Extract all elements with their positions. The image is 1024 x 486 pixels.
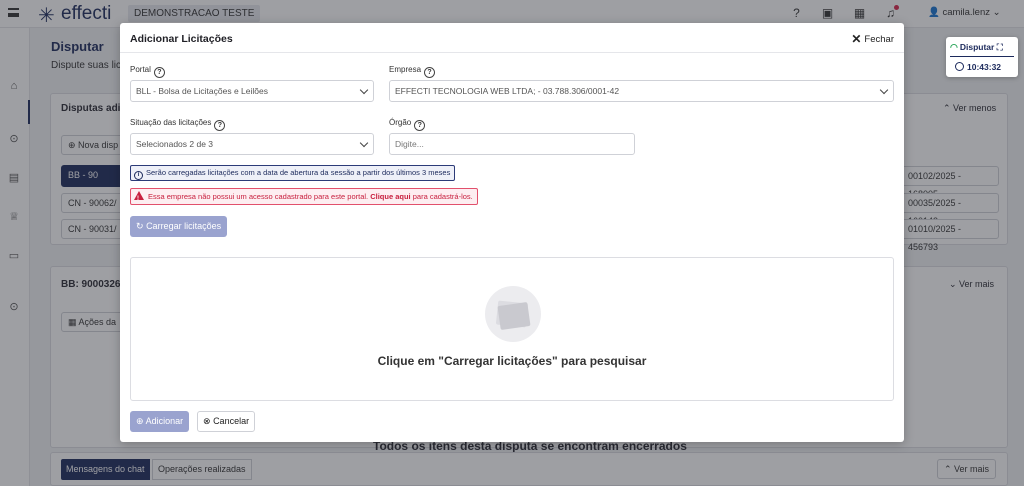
refresh-icon: ↻ (136, 221, 144, 231)
situacao-select[interactable]: Selecionados 2 de 3 (130, 133, 374, 155)
empty-state-card-icon (497, 302, 531, 330)
modal-header: Adicionar Licitações ✕ Fechar (120, 23, 904, 53)
modal-title: Adicionar Licitações (130, 33, 233, 45)
empresa-select[interactable]: EFFECTI TECNOLOGIA WEB LTDA; - 03.788.30… (389, 80, 894, 102)
add-bids-modal: Adicionar Licitações ✕ Fechar Portal? BLL… (120, 23, 904, 442)
chevron-down-icon (359, 85, 369, 95)
help-icon[interactable]: ? (153, 67, 165, 78)
situacao-label: Situação das licitações? (130, 118, 226, 131)
dispute-status-row[interactable]: ◠ Disputar ⛶ (950, 42, 1003, 53)
load-bids-button[interactable]: ↻ Carregar licitações (130, 216, 228, 237)
add-button[interactable]: ⊕ Adicionar (130, 411, 190, 432)
orgao-label: Órgão? (389, 118, 426, 131)
empresa-label: Empresa? (389, 65, 436, 78)
close-button[interactable]: ✕ Fechar (851, 32, 894, 46)
chevron-down-icon (359, 138, 369, 148)
info-icon: i (134, 171, 143, 180)
warning-icon (134, 191, 144, 207)
warning-notice: Essa empresa não possui um acesso cadast… (130, 188, 478, 207)
info-notice: i Serão carregadas licitações com a data … (130, 165, 456, 181)
divider (950, 56, 1014, 57)
chevron-down-icon (879, 85, 889, 95)
close-icon: ✕ (851, 32, 862, 46)
portal-select[interactable]: BLL - Bolsa de Licitações e Leilões (130, 80, 374, 102)
register-access-link[interactable]: Clique aqui (370, 192, 410, 201)
dispute-status-panel: ◠ Disputar ⛶ 10:43:32 (946, 37, 1018, 77)
help-icon[interactable]: ? (424, 67, 436, 78)
wifi-icon: ◠ (950, 42, 958, 52)
help-icon[interactable]: ? (214, 120, 226, 131)
empty-state-message: Clique em "Carregar licitações" para pes… (377, 354, 647, 368)
cancel-circle-icon: ⊗ (203, 416, 211, 426)
results-area: Clique em "Carregar licitações" para pes… (130, 257, 894, 401)
plus-circle-icon: ⊕ (136, 416, 144, 426)
clock-icon (955, 62, 964, 71)
expand-icon[interactable]: ⛶ (997, 42, 1003, 52)
orgao-input[interactable] (389, 133, 635, 155)
cancel-button[interactable]: ⊗ Cancelar (197, 411, 256, 432)
clock-row: 10:43:32 (955, 62, 1001, 72)
help-icon[interactable]: ? (414, 120, 426, 131)
portal-label: Portal? (130, 65, 165, 78)
